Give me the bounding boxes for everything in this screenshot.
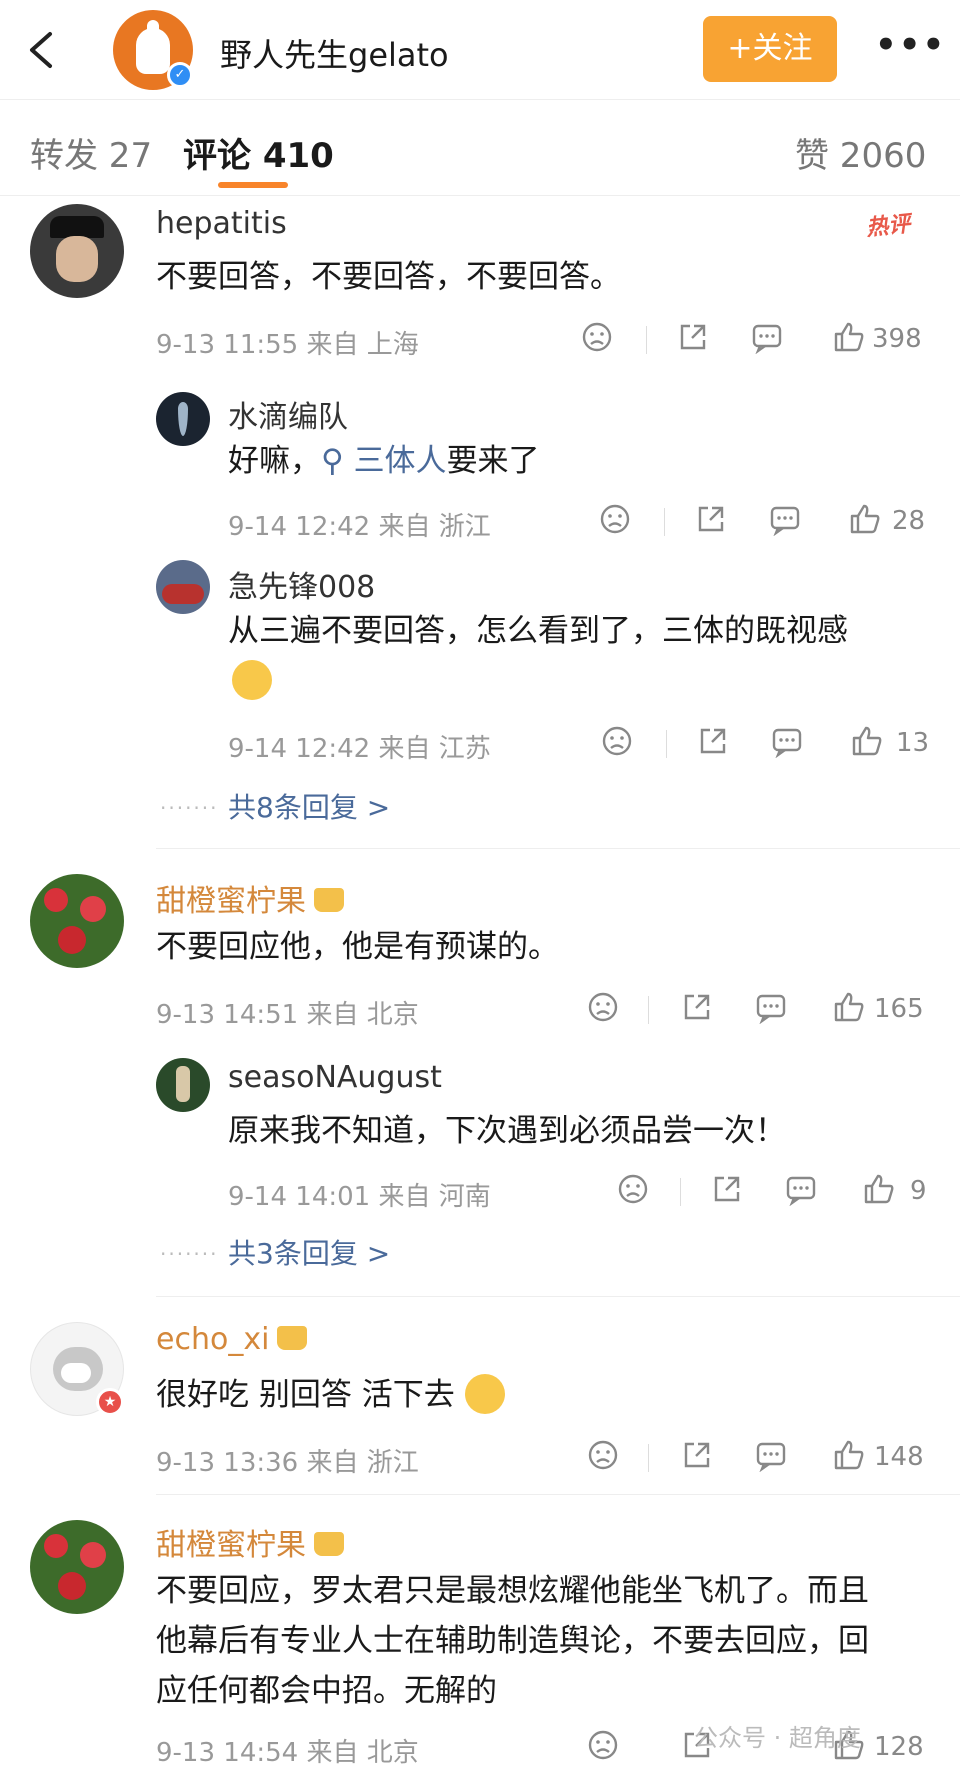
divider bbox=[156, 848, 960, 849]
comment-text: 很好吃 别回答 活下去 bbox=[156, 1370, 505, 1420]
divider bbox=[156, 1296, 960, 1297]
comment-actions: 165 bbox=[586, 990, 940, 1030]
reply-actions: 28 bbox=[598, 502, 940, 542]
comment-username[interactable]: echo_xi bbox=[156, 1322, 308, 1357]
author-name[interactable]: 野人先生gelato bbox=[220, 30, 449, 76]
avatar[interactable] bbox=[30, 874, 124, 968]
avatar[interactable] bbox=[156, 392, 210, 446]
like-icon[interactable] bbox=[832, 1438, 866, 1478]
watermark: 公众号 · 超角度 bbox=[694, 1724, 861, 1752]
verified-icon: ✓ bbox=[167, 62, 193, 88]
dislike-icon[interactable] bbox=[600, 724, 634, 764]
comment-username[interactable]: hepatitis bbox=[156, 206, 287, 241]
avatar[interactable] bbox=[30, 1520, 124, 1614]
like-icon[interactable] bbox=[850, 724, 884, 764]
divider bbox=[156, 1494, 960, 1495]
thinking-emoji-icon bbox=[464, 1373, 505, 1414]
more-icon[interactable]: ••• bbox=[875, 28, 944, 70]
tab-comments[interactable]: 评论 410 bbox=[183, 128, 334, 177]
reply-actions: 9 bbox=[616, 1172, 940, 1212]
vip-crown-icon bbox=[314, 1531, 344, 1556]
dots-divider: ······· bbox=[160, 1242, 219, 1266]
share-icon[interactable] bbox=[694, 502, 728, 542]
dots-divider: ······· bbox=[160, 796, 219, 820]
reply-username[interactable]: 水滴编队 bbox=[228, 392, 348, 436]
share-icon[interactable] bbox=[676, 320, 710, 360]
reply-meta: 9-14 12:42 来自 江苏 bbox=[228, 734, 491, 764]
reply-text: 好嘛，⚲ 三体人要来了 bbox=[228, 443, 540, 479]
reply-username[interactable]: seasoNAugust bbox=[228, 1060, 442, 1095]
tab-reposts[interactable]: 转发 27 bbox=[30, 128, 152, 177]
dislike-icon[interactable] bbox=[598, 502, 632, 542]
avatar[interactable] bbox=[156, 560, 210, 614]
comment-icon[interactable] bbox=[750, 320, 784, 360]
like-count: 13 bbox=[896, 728, 930, 758]
like-count: 9 bbox=[910, 1176, 927, 1206]
tab-active-indicator bbox=[218, 182, 288, 188]
reply-meta: 9-14 12:42 来自 浙江 bbox=[228, 512, 491, 542]
vip-crown-icon bbox=[277, 1325, 308, 1350]
comment-actions: 148 bbox=[586, 1438, 940, 1478]
share-icon[interactable] bbox=[710, 1172, 744, 1212]
dislike-icon[interactable] bbox=[586, 1438, 620, 1478]
avatar[interactable] bbox=[156, 1058, 210, 1112]
vip-crown-icon bbox=[314, 887, 344, 912]
header-bar: ✓ 野人先生gelato +关注 ••• bbox=[0, 0, 960, 100]
comment-username[interactable]: 甜橙蜜柠果 bbox=[156, 876, 344, 920]
comment-icon[interactable] bbox=[754, 990, 788, 1030]
avatar[interactable] bbox=[30, 204, 124, 298]
more-replies-link[interactable]: 共8条回复 > bbox=[228, 786, 390, 826]
comment-meta: 9-13 14:51 来自 北京 bbox=[156, 1000, 419, 1030]
comment-actions: 398 bbox=[580, 320, 940, 360]
dislike-icon[interactable] bbox=[616, 1172, 650, 1212]
like-count: 398 bbox=[872, 324, 922, 354]
topic-search-link[interactable]: ⚲ 三体人 bbox=[321, 443, 447, 479]
reply-text: 原来我不知道，下次遇到必须品尝一次！ bbox=[228, 1113, 786, 1149]
reply-username[interactable]: 急先锋008 bbox=[228, 562, 375, 606]
star-badge-icon: ★ bbox=[96, 1388, 124, 1416]
share-icon[interactable] bbox=[680, 1438, 714, 1478]
laugh-cry-emoji-icon bbox=[232, 660, 272, 700]
like-icon[interactable] bbox=[862, 1172, 896, 1212]
reply-actions: 13 bbox=[600, 724, 940, 764]
like-icon[interactable] bbox=[832, 990, 866, 1030]
comment-meta: 9-13 13:36 来自 浙江 bbox=[156, 1448, 419, 1478]
dislike-icon[interactable] bbox=[580, 320, 614, 360]
tab-bar: 转发 27 评论 410 赞 2060 bbox=[0, 100, 960, 196]
like-count: 128 bbox=[874, 1732, 924, 1762]
comment-username[interactable]: 甜橙蜜柠果 bbox=[156, 1520, 344, 1564]
comment-icon[interactable] bbox=[784, 1172, 818, 1212]
comment-text: 不要回应他，他是有预谋的。 bbox=[156, 929, 559, 965]
like-icon[interactable] bbox=[848, 502, 882, 542]
reply-text: 从三遍不要回答，怎么看到了，三体的既视感 bbox=[228, 613, 848, 649]
tab-likes[interactable]: 赞 2060 bbox=[795, 128, 926, 177]
comment-icon[interactable] bbox=[770, 724, 804, 764]
hot-comment-badge: 热评 bbox=[865, 211, 912, 242]
like-count: 28 bbox=[892, 506, 926, 536]
share-icon[interactable] bbox=[680, 990, 714, 1030]
comment-icon[interactable] bbox=[754, 1438, 788, 1478]
more-replies-link[interactable]: 共3条回复 > bbox=[228, 1232, 390, 1272]
comment-meta: 9-13 11:55 来自 上海 bbox=[156, 330, 419, 360]
like-icon[interactable] bbox=[832, 320, 866, 360]
comment-icon[interactable] bbox=[768, 502, 802, 542]
like-count: 148 bbox=[874, 1442, 924, 1472]
comment-meta: 9-13 14:54 来自 北京 bbox=[156, 1738, 419, 1768]
comment-text: 不要回答，不要回答，不要回答。 bbox=[156, 259, 621, 295]
comment-text: 不要回应，罗太君只是最想炫耀他能坐飞机了。而且 他幕后有专业人士在辅助制造舆论，… bbox=[156, 1573, 869, 1709]
reply-meta: 9-14 14:01 来自 河南 bbox=[228, 1182, 491, 1212]
dislike-icon[interactable] bbox=[586, 990, 620, 1030]
follow-button[interactable]: +关注 bbox=[703, 16, 837, 82]
back-icon[interactable] bbox=[22, 28, 62, 72]
like-count: 165 bbox=[874, 994, 924, 1024]
share-icon[interactable] bbox=[696, 724, 730, 764]
dislike-icon[interactable] bbox=[586, 1728, 620, 1768]
